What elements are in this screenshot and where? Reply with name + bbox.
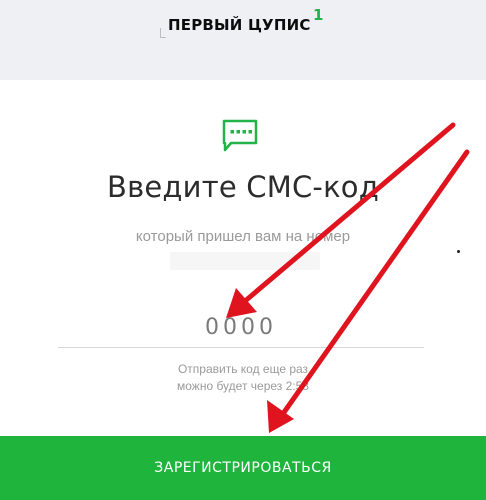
resend-info: Отправить код еще раз можно будет через …	[0, 361, 486, 395]
sms-chat-icon	[222, 119, 258, 152]
phone-number-masked	[170, 252, 320, 270]
header: ПЕРВЫЙ ЦУПИС 1	[0, 0, 486, 80]
brand-logo[interactable]: ПЕРВЫЙ ЦУПИС 1	[160, 6, 330, 44]
brand-name: ПЕРВЫЙ ЦУПИС	[168, 16, 311, 34]
resend-line-1: Отправить код еще раз	[177, 362, 309, 376]
subtitle: который пришел вам на номер	[135, 228, 351, 245]
logo-corner-mark	[160, 28, 166, 38]
page-title: Введите СМС-код	[107, 170, 379, 204]
register-button[interactable]: ЗАРЕГИСТРИРОВАТЬСЯ	[0, 436, 486, 500]
sms-code-input[interactable]	[58, 308, 424, 348]
resend-line-2: можно будет через 2:58	[177, 379, 309, 393]
stray-dot	[457, 250, 460, 253]
brand-superscript: 1	[313, 6, 324, 24]
